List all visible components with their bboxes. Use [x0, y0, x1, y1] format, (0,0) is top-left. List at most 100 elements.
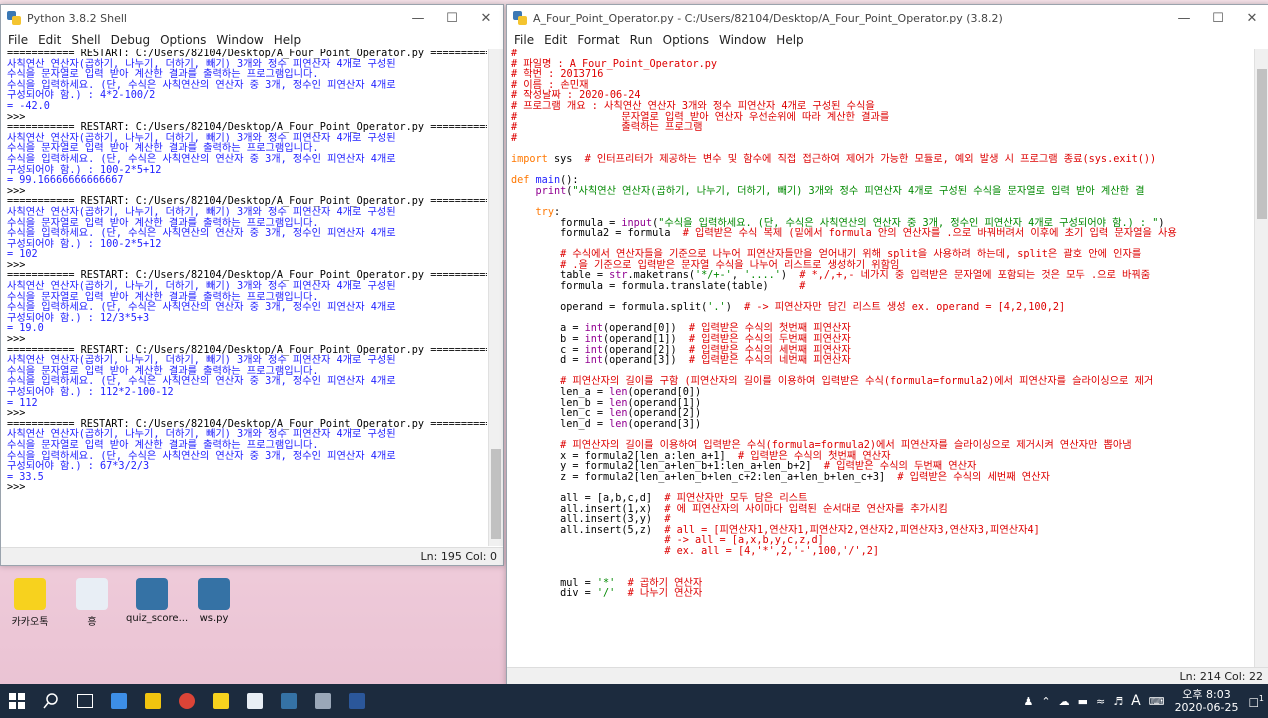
- shell-menubar: File Edit Shell Debug Options Window Help: [1, 31, 503, 49]
- shell-line: 구성되어야 함.) : 4*2-100/2: [7, 90, 156, 102]
- menu-run[interactable]: Run: [630, 33, 653, 47]
- desktop-shortcut[interactable]: 흥: [66, 578, 118, 628]
- code-line: # 학번 : 2013716: [511, 69, 604, 81]
- desktop-shortcut-label: 카카오톡: [11, 617, 49, 628]
- shell-statusbar: Ln: 195 Col: 0: [1, 547, 503, 565]
- editor-statusbar: Ln: 214 Col: 22: [507, 667, 1268, 685]
- wifi-icon[interactable]: ≈: [1096, 695, 1105, 708]
- code-line: len_d = len(operand[3]): [511, 418, 702, 430]
- ime-indicator[interactable]: A: [1131, 693, 1141, 709]
- cloud-icon[interactable]: ☁: [1059, 695, 1070, 708]
- idle-icon: [247, 693, 263, 709]
- store-icon: [145, 693, 161, 709]
- minimize-icon[interactable]: —: [401, 5, 435, 31]
- shell-line: 사칙연산 연산자(곱하기, 나누기, 더하기, 빼기) 3개와 정수 피연산자 …: [7, 206, 396, 218]
- taskbar-explorer[interactable]: [102, 684, 136, 718]
- desktop-shortcut-label: quiz_score...: [126, 613, 189, 624]
- menu-file[interactable]: File: [514, 33, 534, 47]
- code-line: import sys # 인터프리터가 제공하는 변수 및 함수에 직접 접근하…: [511, 153, 1157, 165]
- shell-line: = 99.16666666666667: [7, 175, 124, 187]
- menu-edit[interactable]: Edit: [544, 33, 567, 47]
- task-view-icon: [77, 694, 93, 708]
- minimize-icon[interactable]: —: [1167, 5, 1201, 31]
- taskbar-python-editor[interactable]: [238, 684, 272, 718]
- shell-line: = 33.5: [7, 471, 44, 483]
- code-line: div = '/' # 나누기 연산자: [511, 588, 703, 600]
- python-shell-window[interactable]: Python 3.8.2 Shell — ☐ ✕ File Edit Shell De…: [0, 4, 504, 566]
- search-icon: [43, 693, 58, 709]
- desktop-shortcut-label: ws.py: [199, 613, 229, 624]
- notification-count: 1: [1258, 693, 1264, 703]
- menu-format[interactable]: Format: [577, 33, 619, 47]
- desktop-shortcut[interactable]: ws.py: [188, 578, 240, 624]
- code-line: formula2 = formula # 입력받은 수식 복제 (밑에서 for…: [511, 228, 1177, 240]
- desktop-shortcut-label: 흥: [87, 617, 97, 628]
- people-icon[interactable]: ♟: [1024, 695, 1034, 708]
- taskbar-word[interactable]: [340, 684, 374, 718]
- taskbar-store[interactable]: [136, 684, 170, 718]
- menu-options[interactable]: Options: [160, 33, 206, 47]
- code-line: formula = formula.translate(table) #: [511, 281, 806, 293]
- maximize-icon[interactable]: ☐: [435, 5, 469, 31]
- battery-icon[interactable]: ▬: [1078, 695, 1088, 708]
- code-line: d = int(operand[3]) # 입력받은 수식의 네번째 피연산자: [511, 355, 851, 367]
- editor-scrollbar-thumb[interactable]: [1257, 69, 1267, 219]
- sticky-notes-icon: [213, 693, 229, 709]
- file-icon: [76, 578, 108, 610]
- shell-line: =========== RESTART: C:/Users/82104/Desk…: [7, 49, 487, 59]
- keyboard-icon[interactable]: ⌨: [1149, 695, 1165, 708]
- editor-window[interactable]: A_Four_Point_Operator.py - C:/Users/8210…: [506, 4, 1268, 686]
- task-view-button[interactable]: [68, 684, 102, 718]
- desktop-shortcut[interactable]: 카카오톡: [4, 578, 56, 628]
- shell-line: = 19.0: [7, 323, 44, 335]
- taskbar-sticky[interactable]: [204, 684, 238, 718]
- shell-output[interactable]: =========== RESTART: C:/Users/82104/Desk…: [7, 49, 487, 546]
- shell-titlebar[interactable]: Python 3.8.2 Shell — ☐ ✕: [1, 5, 503, 31]
- menu-window[interactable]: Window: [216, 33, 263, 47]
- desktop-shortcut[interactable]: quiz_score...: [126, 578, 189, 624]
- maximize-icon[interactable]: ☐: [1201, 5, 1235, 31]
- python-icon: [281, 693, 297, 709]
- menu-options[interactable]: Options: [663, 33, 709, 47]
- python-file-icon: [136, 578, 168, 610]
- shell-line: = -42.0: [7, 100, 50, 112]
- code-line: # ex. all = [4,'*',2,'-',100,'/',2]: [664, 545, 880, 557]
- shell-line: = 102: [7, 249, 38, 261]
- code-line: # 파일명 : A_Four_Point_Operator.py: [511, 58, 717, 70]
- menu-edit[interactable]: Edit: [38, 33, 61, 47]
- shell-line: 수식을 문자열로 입력 받아 계산한 결과를 출력하는 프로그램입니다.: [7, 439, 319, 451]
- close-icon[interactable]: ✕: [1235, 5, 1268, 31]
- clock[interactable]: 오후 8:03 2020-06-25: [1175, 688, 1239, 714]
- shell-scrollbar[interactable]: [488, 49, 503, 546]
- volume-icon[interactable]: ♬: [1113, 695, 1123, 708]
- windows-icon: [9, 693, 25, 709]
- shell-line: 구성되어야 함.) : 67*3/2/3: [7, 461, 150, 473]
- menu-debug[interactable]: Debug: [111, 33, 150, 47]
- close-icon[interactable]: ✕: [469, 5, 503, 31]
- kakaotalk-icon: [14, 578, 46, 610]
- code-editor[interactable]: # # 파일명 : A_Four_Point_Operator.py # 학번 : …: [511, 49, 1251, 667]
- chevron-up-icon[interactable]: ⌃: [1041, 695, 1050, 708]
- menu-help[interactable]: Help: [776, 33, 803, 47]
- editor-titlebar[interactable]: A_Four_Point_Operator.py - C:/Users/8210…: [507, 5, 1268, 31]
- taskbar-python-shell[interactable]: [272, 684, 306, 718]
- editor-title: A_Four_Point_Operator.py - C:/Users/8210…: [533, 11, 1003, 25]
- editor-scrollbar[interactable]: [1254, 49, 1268, 667]
- code-line: operand = formula.split('.') # -> 피연산자만 …: [511, 302, 1066, 314]
- shell-line: >>>: [7, 482, 26, 494]
- editor-menubar: File Edit Format Run Options Window Help: [507, 31, 1268, 49]
- taskbar-chrome[interactable]: [170, 684, 204, 718]
- search-button[interactable]: [34, 684, 68, 718]
- code-line: print("사칙연산 연산자(곱하기, 나누기, 더하기, 빼기) 3개와 정…: [535, 185, 1145, 197]
- menu-shell[interactable]: Shell: [71, 33, 100, 47]
- shell-scrollbar-thumb[interactable]: [491, 449, 501, 539]
- shell-line: 구성되어야 함.) : 112*2-100-12: [7, 387, 174, 398]
- shell-line: 구성되어야 함.) : 12/3*5+3: [7, 312, 150, 324]
- notification-icon[interactable]: □1: [1249, 694, 1265, 709]
- taskbar-pen[interactable]: [306, 684, 340, 718]
- menu-file[interactable]: File: [8, 33, 28, 47]
- menu-help[interactable]: Help: [274, 33, 301, 47]
- code-line: #: [511, 132, 518, 144]
- menu-window[interactable]: Window: [719, 33, 766, 47]
- start-button[interactable]: [0, 684, 34, 718]
